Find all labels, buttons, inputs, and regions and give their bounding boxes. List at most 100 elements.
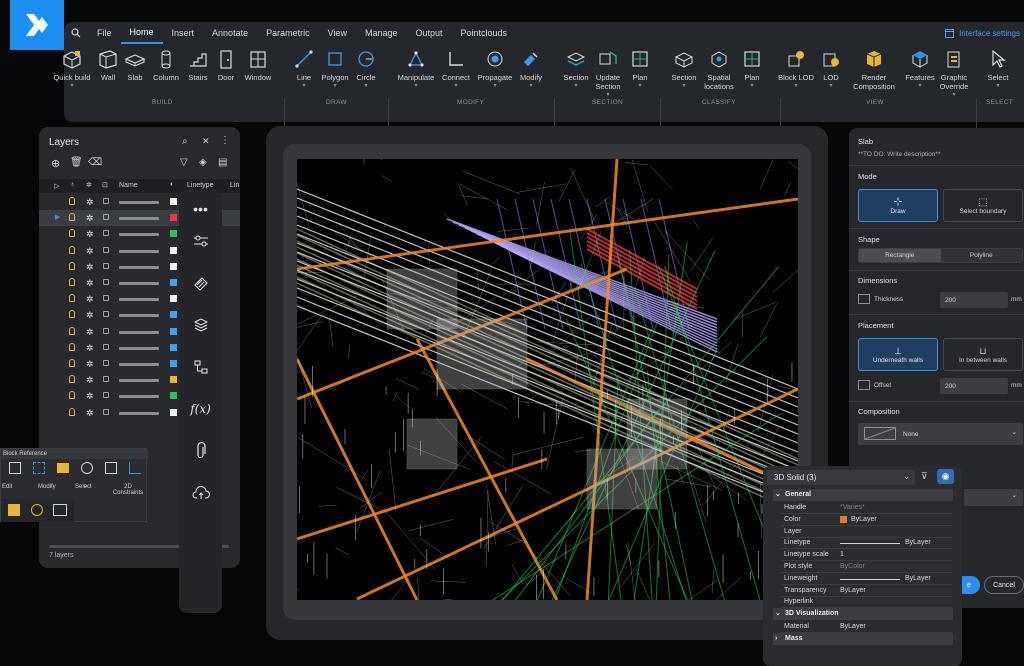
menu-annotate[interactable]: Annotate	[203, 22, 257, 44]
select-button[interactable]: Select ▾	[974, 48, 1022, 91]
layer-color-swatch[interactable]	[170, 246, 177, 254]
sun-icon[interactable]: ✲	[86, 391, 94, 401]
collapsed-select[interactable]: ⌄	[964, 489, 1023, 506]
property-row[interactable]: Plot style ByColor	[781, 561, 952, 573]
section-plan-button[interactable]: Plan ▾	[616, 48, 664, 91]
brush-icon[interactable]	[57, 463, 69, 473]
layer-color-swatch[interactable]	[170, 408, 177, 416]
layer-color-swatch[interactable]	[170, 230, 177, 238]
edit-block-icon[interactable]	[9, 462, 21, 474]
property-row[interactable]: Layer	[781, 526, 952, 538]
sun-icon[interactable]: ✲	[86, 343, 94, 353]
layer-color-swatch[interactable]	[170, 392, 177, 400]
column-linetype[interactable]: Linetype	[187, 182, 213, 189]
thickness-input[interactable]: 200	[940, 292, 1008, 308]
category-3d-visualization[interactable]: ⌄ 3D Visualization	[773, 608, 953, 620]
bulb-icon[interactable]	[69, 294, 75, 303]
cloud-upload-icon[interactable]	[190, 482, 211, 503]
lock-icon[interactable]	[103, 198, 109, 204]
placement-between-button[interactable]: ⊔ In between walls	[943, 338, 1023, 371]
property-row[interactable]: Handle *Varies*	[781, 502, 952, 514]
menu-home[interactable]: Home	[120, 22, 163, 44]
layer-color-swatch[interactable]	[170, 376, 177, 384]
bulb-icon[interactable]	[69, 326, 75, 335]
menu-manage[interactable]: Manage	[356, 22, 407, 44]
modify-block-icon[interactable]	[81, 462, 93, 474]
entity-selector[interactable]: 3D Solid (3) ⌄	[767, 470, 915, 485]
property-row[interactable]: Transparency ByLayer	[781, 585, 952, 597]
layer-color-swatch[interactable]	[170, 343, 177, 351]
block-editor-icon[interactable]	[53, 504, 67, 516]
layer-color-swatch[interactable]	[170, 295, 177, 303]
paint-icon[interactable]	[31, 504, 43, 516]
bulb-icon[interactable]	[69, 342, 75, 351]
materials-icon[interactable]	[190, 272, 211, 293]
layer-color-swatch[interactable]	[170, 311, 177, 319]
menu-output[interactable]: Output	[406, 22, 451, 44]
bulb-icon[interactable]	[69, 261, 75, 270]
menu-insert[interactable]: Insert	[163, 22, 204, 44]
shape-polyline-option[interactable]: Polyline	[941, 249, 1023, 262]
layers-stack-icon[interactable]	[190, 314, 211, 335]
property-row[interactable]: Lineweight ByLayer	[781, 573, 952, 585]
function-icon[interactable]: f(x)	[190, 398, 211, 419]
menu-parametric[interactable]: Parametric	[257, 22, 319, 44]
layer-color-swatch[interactable]	[170, 198, 177, 205]
circle-button[interactable]: Circle ▾	[342, 48, 390, 91]
bulb-icon[interactable]	[69, 245, 75, 254]
lock-icon[interactable]	[103, 295, 109, 302]
sliders-icon[interactable]	[190, 230, 211, 251]
select-block-icon[interactable]	[105, 462, 117, 474]
mode-select-boundary-button[interactable]: ⬚ Select boundary	[943, 189, 1023, 222]
sun-icon[interactable]: ✲	[86, 375, 94, 385]
layer-color-swatch[interactable]	[170, 360, 177, 367]
lock-icon[interactable]	[103, 408, 109, 415]
sun-icon[interactable]: ✲	[86, 197, 94, 207]
offset-input[interactable]: 200	[940, 378, 1008, 394]
bulb-icon[interactable]	[69, 407, 75, 416]
sun-icon[interactable]: ✲	[86, 310, 94, 320]
close-icon[interactable]: ✕	[202, 136, 210, 147]
column-name[interactable]: Name	[119, 182, 138, 189]
eye-icon[interactable]: ◉	[937, 469, 954, 484]
lock-icon[interactable]	[103, 214, 109, 221]
render-composition-button[interactable]: Render Composition	[850, 48, 898, 91]
menu-view[interactable]: View	[319, 22, 356, 44]
property-row-material[interactable]: Material ByLayer	[781, 621, 952, 633]
search-icon[interactable]	[64, 22, 88, 44]
brush-icon[interactable]	[8, 504, 20, 516]
lock-icon[interactable]	[103, 230, 109, 237]
bulb-icon[interactable]	[69, 197, 75, 205]
sun-icon[interactable]: ✲	[86, 278, 94, 288]
structure-tree-icon[interactable]	[190, 356, 211, 377]
delete-icon[interactable]: 🗑	[70, 157, 83, 168]
bulb-icon[interactable]	[69, 359, 75, 367]
app-logo[interactable]	[10, 0, 64, 50]
lock-icon[interactable]	[103, 360, 109, 366]
category-mass[interactable]: › Mass	[773, 633, 953, 645]
sun-icon[interactable]: ✲	[86, 327, 94, 337]
property-row[interactable]: Color ByLayer	[781, 514, 952, 526]
menu-pointclouds[interactable]: Pointclouds	[452, 22, 517, 44]
lock-icon[interactable]	[103, 246, 109, 253]
layer-states-icon[interactable]: ◈	[199, 157, 207, 168]
property-row[interactable]: Linetype scale 1	[781, 549, 952, 562]
property-row[interactable]: Linetype ByLayer	[781, 537, 952, 550]
sun-icon[interactable]: ✲	[86, 408, 94, 418]
lock-icon[interactable]	[103, 392, 109, 399]
cancel-button[interactable]: Cancel	[984, 576, 1024, 594]
settings-icon[interactable]: ▤	[218, 157, 227, 168]
bulb-icon[interactable]	[69, 229, 75, 238]
mode-draw-button[interactable]: ⊹ Draw	[858, 189, 938, 222]
category-general[interactable]: ⌄ General	[773, 489, 953, 501]
graphic-override-button[interactable]: Graphic Override ▾	[930, 48, 978, 100]
more-vertical-icon[interactable]: ⋮	[220, 135, 230, 146]
search-icon[interactable]: ⌕	[182, 136, 188, 147]
attachment-icon[interactable]	[190, 440, 211, 461]
layer-color-swatch[interactable]	[170, 327, 177, 335]
bulb-icon[interactable]	[69, 310, 75, 319]
lock-icon[interactable]	[103, 279, 109, 285]
sun-icon[interactable]: ✲	[86, 229, 94, 239]
layer-color-swatch[interactable]	[170, 262, 177, 270]
sun-icon[interactable]: ✲	[86, 294, 94, 304]
